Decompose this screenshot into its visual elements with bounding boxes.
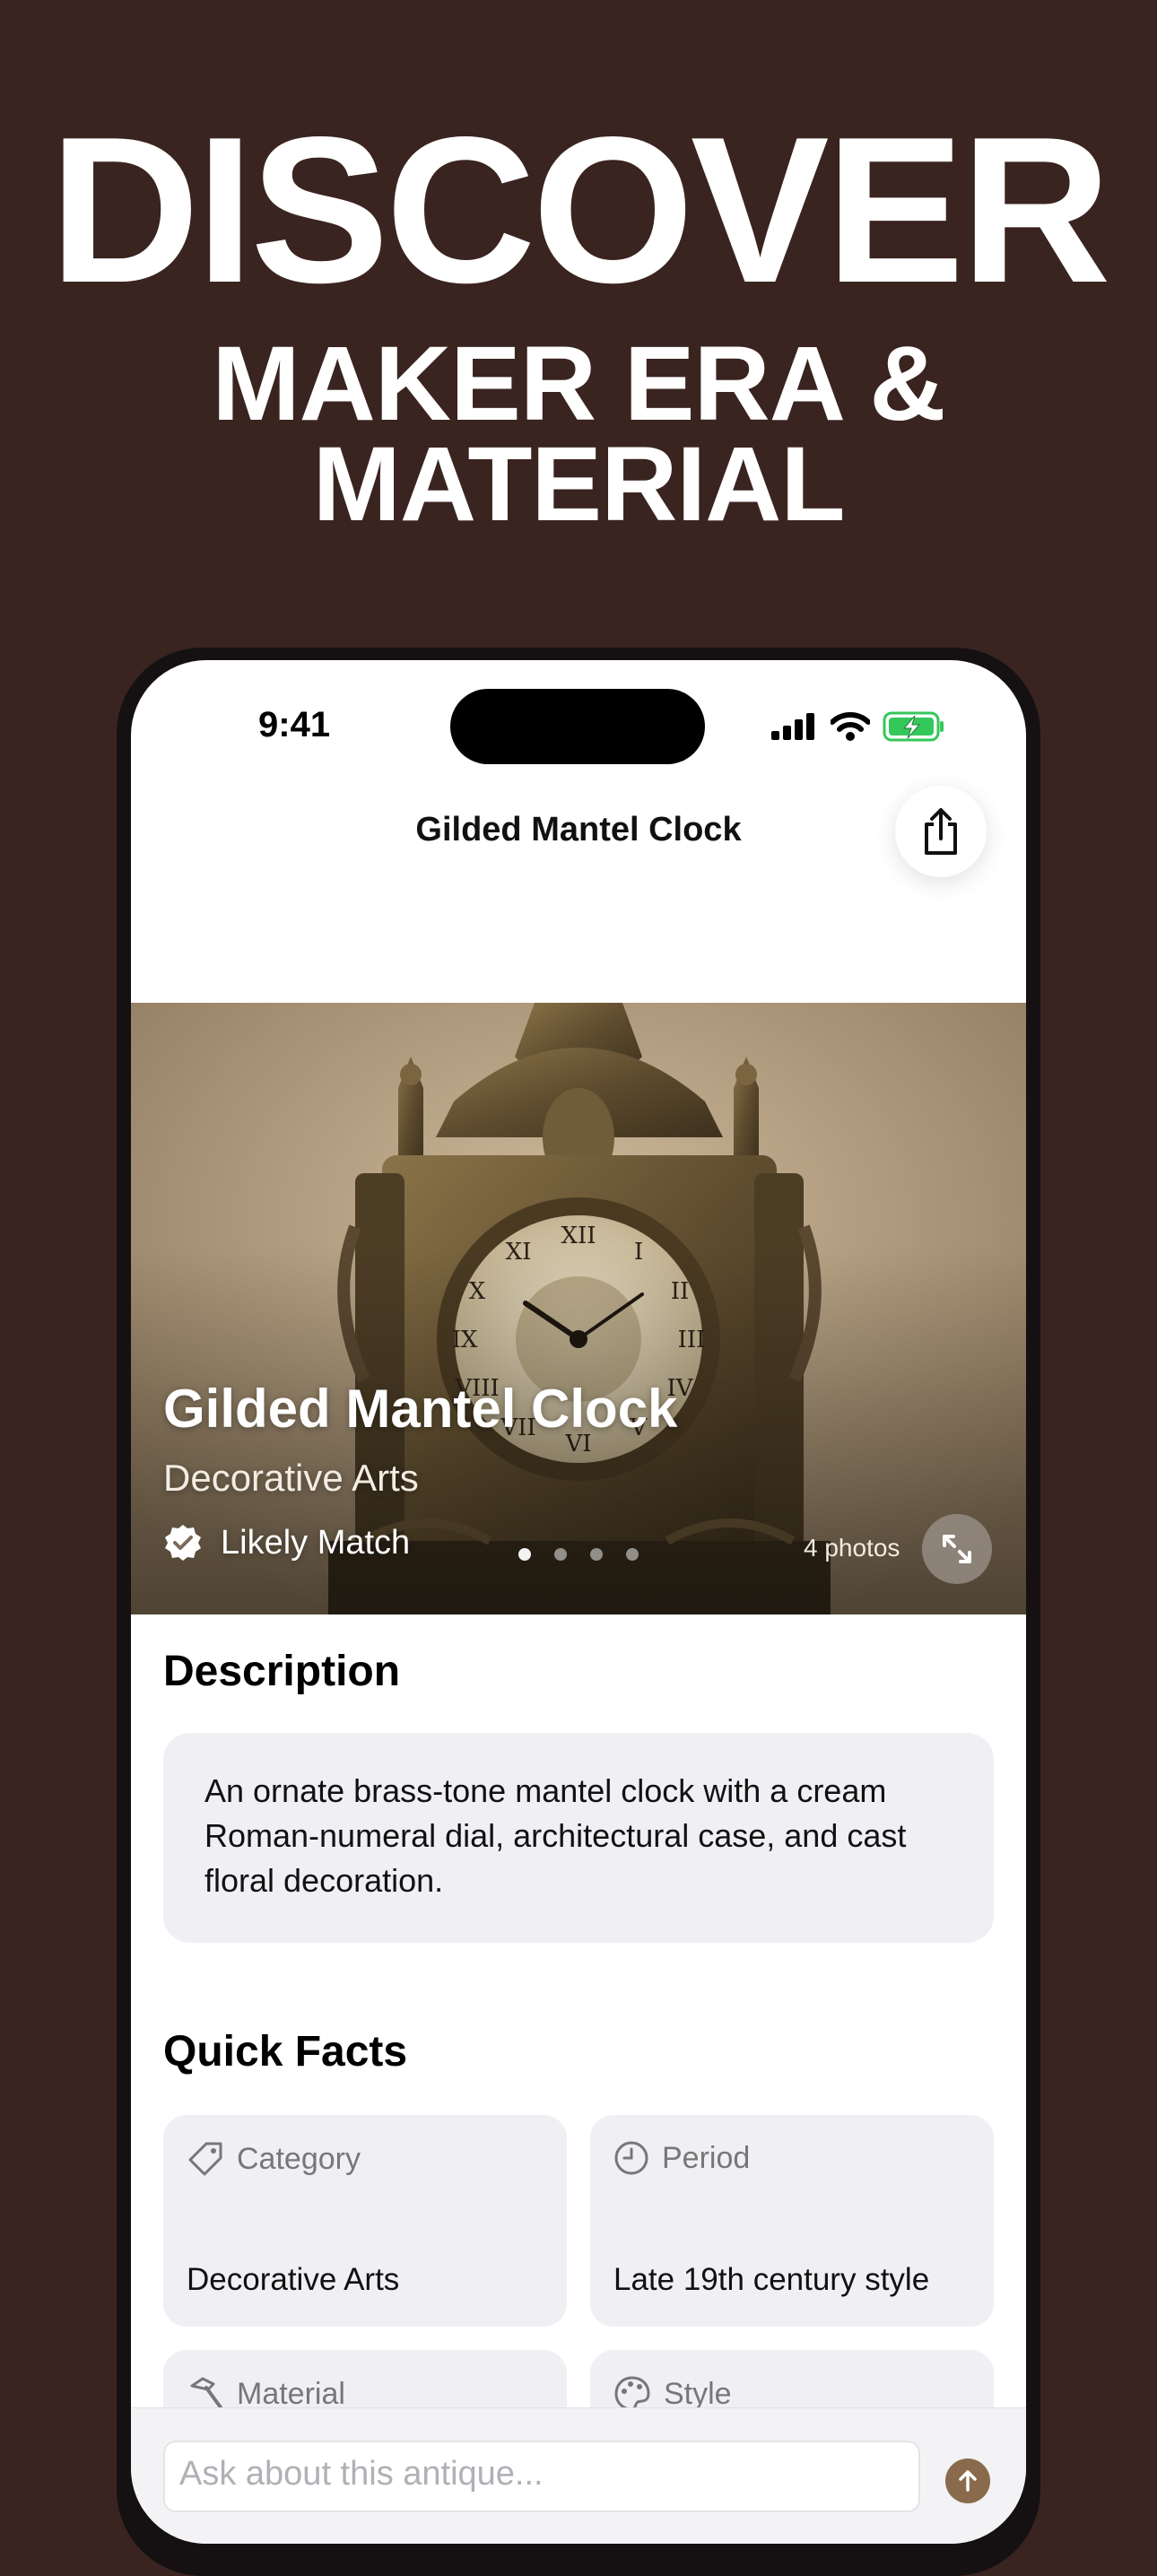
fact-card-period: Period Late 19th century style xyxy=(590,2115,994,2327)
nav-title: Gilded Mantel Clock xyxy=(415,811,742,849)
fact-value: Late 19th century style xyxy=(613,2262,930,2297)
fact-label: Category xyxy=(187,2140,361,2178)
fact-card-category: Category Decorative Arts xyxy=(163,2115,567,2327)
status-time: 9:41 xyxy=(258,705,331,744)
wifi-icon xyxy=(831,712,870,741)
send-button[interactable] xyxy=(945,2459,990,2503)
page-dot[interactable] xyxy=(590,1548,603,1561)
dynamic-island xyxy=(450,689,705,764)
description-text: An ornate brass-tone mantel clock with a… xyxy=(204,1772,907,1899)
page-dot[interactable] xyxy=(554,1548,567,1561)
page-dot[interactable] xyxy=(626,1548,639,1561)
item-category: Decorative Arts xyxy=(163,1457,419,1499)
expand-photo-button[interactable] xyxy=(922,1514,992,1584)
verified-check-icon xyxy=(165,1525,201,1561)
description-card: An ornate brass-tone mantel clock with a… xyxy=(163,1733,994,1943)
promo-subheadline: MAKER ERA & MATERIAL xyxy=(0,325,1157,544)
share-icon xyxy=(925,808,957,855)
description-heading: Description xyxy=(163,1648,401,1695)
promo-subline-2: MATERIAL xyxy=(312,425,846,544)
match-label: Likely Match xyxy=(221,1523,411,1562)
quick-facts-heading: Quick Facts xyxy=(163,2028,408,2076)
match-badge: Likely Match xyxy=(163,1523,410,1562)
arrow-up-icon xyxy=(959,2470,977,2492)
fact-label: Period xyxy=(613,2140,750,2176)
item-title: Gilded Mantel Clock xyxy=(163,1379,678,1439)
photo-page-indicator[interactable] xyxy=(518,1548,639,1561)
fact-value: Decorative Arts xyxy=(187,2262,400,2297)
cellular-signal-icon xyxy=(771,713,814,740)
page-dot[interactable] xyxy=(518,1548,531,1561)
expand-arrows-icon xyxy=(943,1535,971,1563)
ask-bar: Ask about this antique... xyxy=(131,2407,1026,2544)
ask-input[interactable]: Ask about this antique... xyxy=(163,2441,920,2512)
promo-headline: DISCOVER xyxy=(49,94,1111,326)
hero-photo[interactable]: XII I II III IV V VI VII VIII IX X XI Gi… xyxy=(131,1003,1026,1614)
tag-icon xyxy=(188,2142,222,2176)
app-screen: 9:41 Gilded Mantel Clock Gilded Mantel C… xyxy=(131,660,1026,2544)
ask-placeholder: Ask about this antique... xyxy=(179,2455,544,2493)
status-icons xyxy=(771,710,945,743)
photos-count: 4 photos xyxy=(804,1534,900,1562)
battery-charging-icon xyxy=(883,711,944,742)
clock-icon xyxy=(614,2141,648,2175)
promo-subline-1: MAKER ERA & xyxy=(212,325,945,443)
share-button[interactable] xyxy=(895,786,987,877)
